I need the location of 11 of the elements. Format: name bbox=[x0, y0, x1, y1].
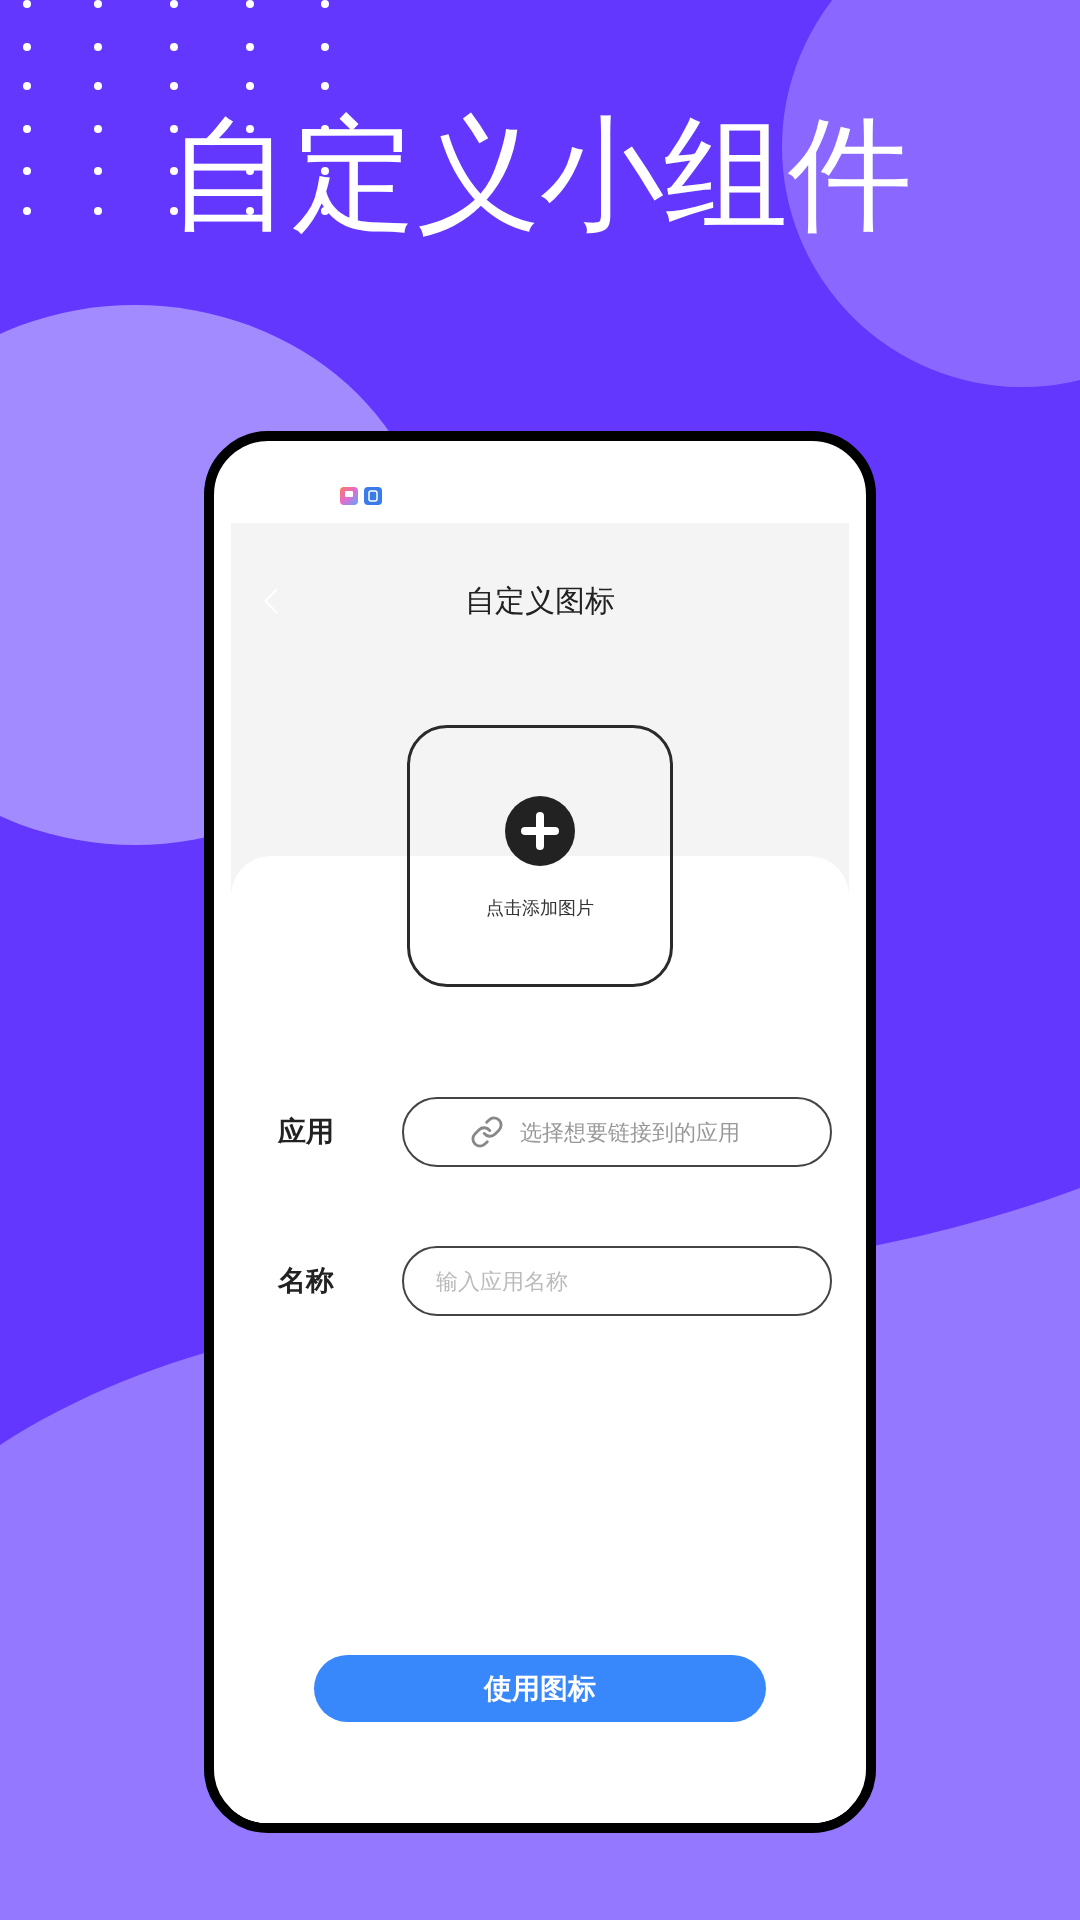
app-icon bbox=[364, 487, 382, 505]
use-icon-button[interactable]: 使用图标 bbox=[314, 1655, 766, 1722]
promo-title: 自定义小组件 bbox=[168, 112, 912, 236]
field-label: 应用 bbox=[278, 1114, 335, 1150]
page-title: 自定义图标 bbox=[465, 581, 615, 620]
app-icon bbox=[340, 487, 358, 505]
app-select-field[interactable]: 选择想要链接到的应用 bbox=[402, 1097, 832, 1167]
link-icon bbox=[470, 1115, 504, 1149]
name-input-field[interactable]: 输入应用名称 bbox=[402, 1246, 832, 1316]
add-image-box[interactable]: 点击添加图片 bbox=[407, 725, 673, 987]
field-label: 名称 bbox=[278, 1263, 335, 1299]
